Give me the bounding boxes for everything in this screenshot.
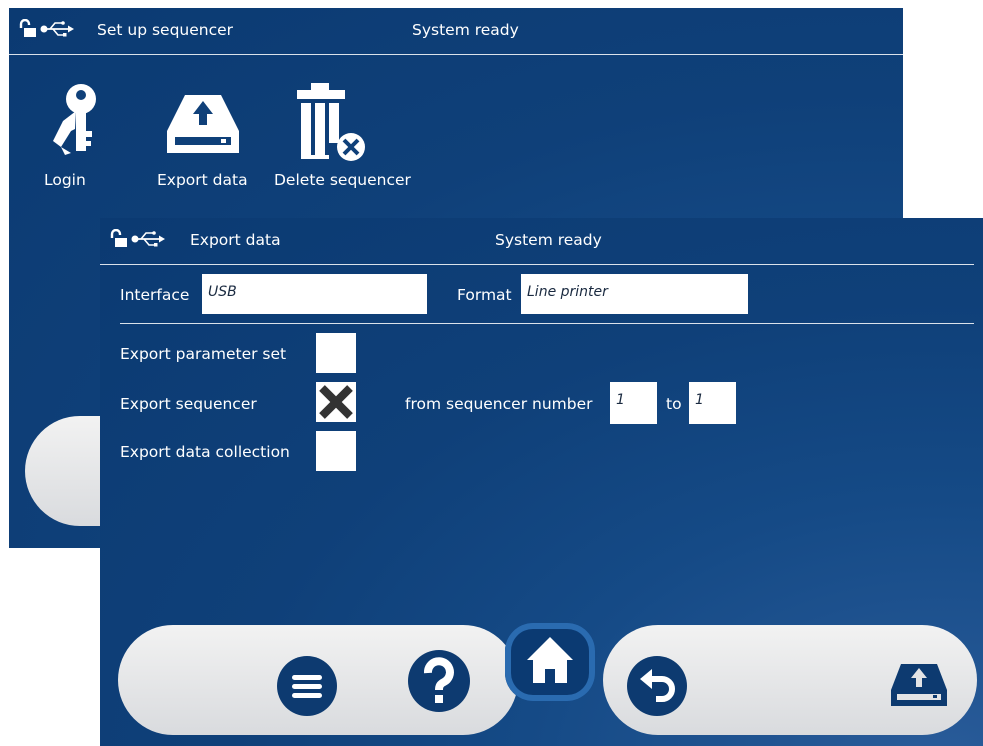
undo-icon[interactable]	[626, 655, 688, 717]
format-field[interactable]: Line printer	[521, 274, 748, 314]
interface-label: Interface	[120, 286, 190, 304]
status-text: System ready	[495, 231, 602, 249]
export-data-button[interactable]: Export data	[157, 81, 271, 201]
unlocked-icon	[19, 19, 36, 37]
delete-sequencer-button[interactable]: Delete sequencer	[274, 81, 411, 201]
export-drive-icon	[167, 95, 239, 153]
help-icon[interactable]	[407, 649, 471, 713]
from-sequencer-label: from sequencer number	[405, 395, 593, 413]
divider	[120, 323, 974, 324]
trash-delete-icon	[297, 83, 365, 161]
keys-icon	[53, 84, 96, 155]
to-sequencer-field[interactable]: 1	[689, 382, 736, 424]
front-screen: Export data System ready Interface USB F…	[100, 218, 983, 746]
export-sequencer-label: Export sequencer	[120, 395, 257, 413]
usb-icon	[40, 21, 74, 37]
unlocked-icon	[110, 229, 127, 247]
title-bar: Export data System ready	[100, 218, 974, 265]
status-text: System ready	[412, 21, 519, 39]
format-label: Format	[457, 286, 512, 304]
home-button[interactable]	[505, 623, 595, 701]
title-bar: Set up sequencer System ready	[9, 8, 903, 55]
interface-field[interactable]: USB	[202, 274, 427, 314]
menu-icon[interactable]	[276, 655, 338, 717]
export-data-collection-checkbox[interactable]	[316, 431, 356, 471]
screen-title: Export data	[190, 231, 281, 249]
to-label: to	[666, 395, 682, 413]
export-data-collection-label: Export data collection	[120, 443, 290, 461]
delete-sequencer-label: Delete sequencer	[274, 171, 411, 189]
export-sequencer-checkbox[interactable]	[316, 382, 356, 422]
from-sequencer-field[interactable]: 1	[610, 382, 657, 424]
checked-x-icon	[319, 385, 353, 419]
login-button[interactable]: Login	[44, 81, 161, 201]
screen-title: Set up sequencer	[97, 21, 234, 39]
export-parameter-set-checkbox[interactable]	[316, 333, 356, 373]
usb-icon	[131, 231, 165, 247]
home-icon	[527, 637, 573, 683]
export-drive-icon[interactable]	[889, 662, 949, 708]
export-parameter-set-label: Export parameter set	[120, 345, 287, 363]
